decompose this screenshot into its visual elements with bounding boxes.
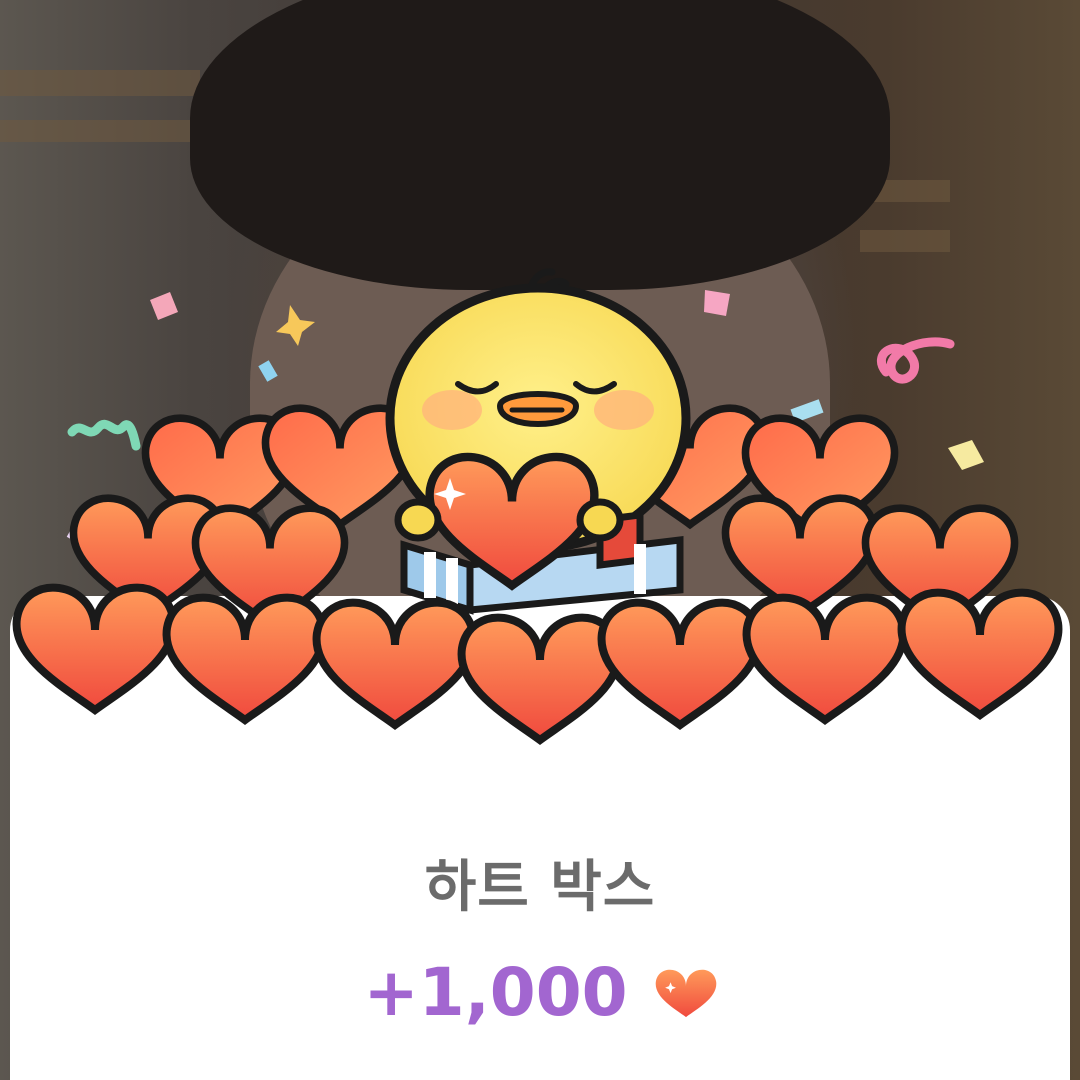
heart-icon — [655, 969, 716, 1018]
heart-box-reward-screen: 하트 박스 +1,000 — [0, 0, 1080, 1080]
reward-amount: +1,000 — [363, 954, 628, 1031]
reward-amount-row: +1,000 — [0, 954, 1080, 1031]
item-title: 하트 박스 — [424, 855, 656, 920]
hearts-front-row — [17, 588, 1059, 740]
